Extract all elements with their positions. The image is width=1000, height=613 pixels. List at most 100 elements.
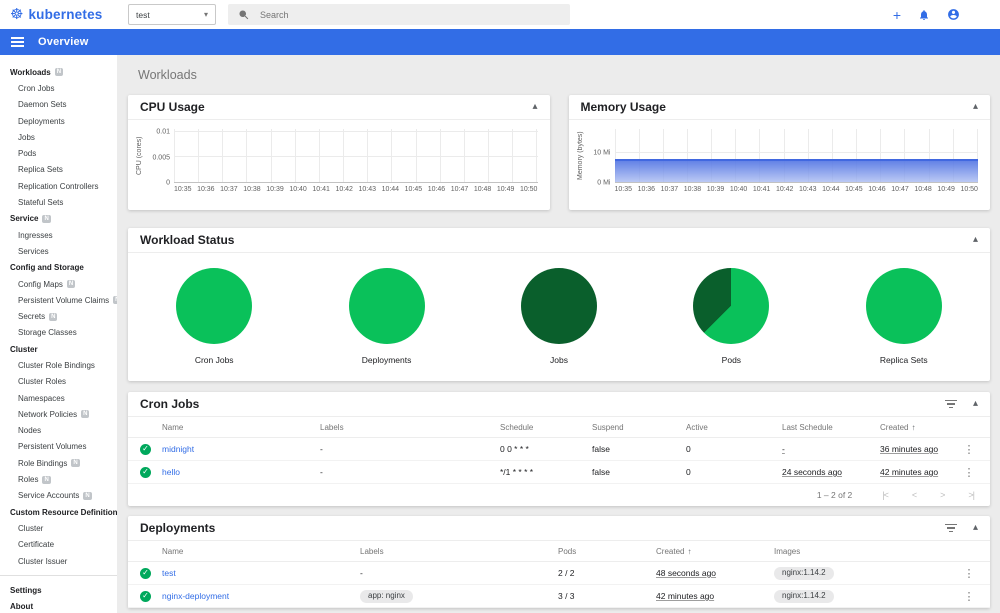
previous-page-button[interactable]: < [912, 490, 917, 500]
column-header-active[interactable]: Active [686, 423, 774, 432]
column-header-images[interactable]: Images [774, 547, 952, 556]
cpu-x-axis: 10:35 10:36 10:37 10:38 10:39 10:40 10:41 10:42… [174, 186, 538, 193]
search-input[interactable] [260, 9, 560, 20]
filter-icon[interactable] [944, 523, 957, 533]
sidebar-item-about[interactable]: About [0, 599, 117, 613]
cronjob-link[interactable]: midnight [162, 444, 312, 454]
last-page-button[interactable]: >| [968, 490, 975, 500]
blue-toolbar: Overview [0, 29, 1000, 55]
pagination-range: 1 – 2 of 2 [816, 490, 853, 500]
collapse-card-button[interactable]: ▴ [973, 235, 978, 245]
sidebar-divider [0, 575, 117, 577]
sidebar-item-cluster-roles[interactable]: Cluster Roles [0, 374, 117, 390]
sidebar-item-replication-controllers[interactable]: Replication Controllers [0, 178, 117, 194]
main-content: Workloads CPU Usage ▴ CPU (cores) 0.01 0… [117, 55, 1000, 613]
pie-block-replica-sets: Replica Sets [865, 268, 942, 365]
sidebar-section-config-and-storage[interactable]: Config and Storage [0, 260, 117, 276]
sidebar-item-cluster-issuer[interactable]: Cluster Issuer [0, 553, 117, 569]
sidebar-item-roles[interactable]: Roles N [0, 471, 117, 487]
sidebar-section-custom-resource-definitions[interactable]: Custom Resource Definitions [0, 504, 117, 520]
bell-icon [918, 9, 930, 21]
first-page-button[interactable]: |< [882, 490, 889, 500]
collapse-card-button[interactable]: ▴ [973, 523, 978, 533]
collapse-card-button[interactable]: ▴ [973, 102, 978, 112]
column-header-name[interactable]: Name [162, 547, 352, 556]
notifications-button[interactable] [918, 9, 930, 21]
user-menu-button[interactable] [947, 8, 960, 21]
cron-jobs-table-title: Cron Jobs [140, 397, 200, 411]
next-page-button[interactable]: > [940, 490, 945, 500]
memory-y-axis-label: Memory (bytes) [576, 131, 584, 181]
sidebar-item-replica-sets[interactable]: Replica Sets [0, 162, 117, 178]
sidebar-item-persistent-volume-claims[interactable]: Persistent Volume ClaimsN [0, 292, 117, 308]
sidebar-section-cluster[interactable]: Cluster [0, 341, 117, 357]
cell-pods: 3 / 3 [558, 591, 575, 601]
table-pagination: 1 – 2 of 2 |< < > >| [128, 484, 990, 506]
sidebar-item-stateful-sets[interactable]: Stateful Sets [0, 194, 117, 210]
column-header-schedule[interactable]: Schedule [500, 423, 584, 432]
row-actions-menu-icon[interactable]: ⋮ [960, 567, 978, 580]
sidebar-item-storage-classes[interactable]: Storage Classes [0, 325, 117, 341]
sidebar-item-certificate[interactable]: Certificate [0, 537, 117, 553]
deployment-link[interactable]: test [162, 568, 352, 578]
column-header-last-schedule[interactable]: Last Schedule [782, 423, 872, 432]
memory-usage-chart: Memory (bytes) 10 Mi 0 Mi [576, 129, 978, 187]
pie-block-cron-jobs: Cron Jobs [176, 268, 253, 365]
row-actions-menu-icon[interactable]: ⋮ [960, 466, 978, 479]
sidebar-item-nodes[interactable]: Nodes [0, 423, 117, 439]
cronjob-link[interactable]: hello [162, 467, 312, 477]
image-chip: nginx:1.14.2 [774, 566, 834, 580]
menu-button[interactable] [11, 36, 24, 48]
filter-icon[interactable] [944, 399, 957, 409]
sidebar-item-workloads[interactable]: Workloads N [0, 64, 117, 80]
sidebar-item-service[interactable]: Service N [0, 211, 117, 227]
row-actions-menu-icon[interactable]: ⋮ [960, 590, 978, 603]
cpu-plot-area [174, 129, 538, 183]
sidebar-item-config-maps[interactable]: Config Maps N [0, 276, 117, 292]
row-actions-menu-icon[interactable]: ⋮ [960, 443, 978, 456]
cell-labels: - [320, 467, 323, 477]
column-header-created[interactable]: Created ↑ [880, 423, 952, 432]
sidebar-item-services[interactable]: Services [0, 243, 117, 259]
sidebar-item-jobs[interactable]: Jobs [0, 129, 117, 145]
sidebar-item-role-bindings[interactable]: Role Bindings N [0, 455, 117, 471]
chevron-down-icon: ▾ [203, 10, 208, 19]
sidebar-item-namespaces[interactable]: Namespaces [0, 390, 117, 406]
sidebar-item-daemon-sets[interactable]: Daemon Sets [0, 97, 117, 113]
cell-suspend: false [592, 444, 610, 454]
deployments-card: Deployments ▴ Name Labels Pods Created ↑ … [128, 516, 990, 608]
cron-jobs-table-header: Name Labels Schedule Suspend Active Last… [128, 417, 990, 438]
kubernetes-logo[interactable]: ☸ kubernetes [10, 7, 122, 22]
table-row: ✓ hello - */1 * * * * false 0 24 seconds… [128, 461, 990, 484]
sidebar-item-crd-cluster[interactable]: Cluster [0, 520, 117, 536]
column-header-labels[interactable]: Labels [360, 547, 550, 556]
sidebar-item-ingresses[interactable]: Ingresses [0, 227, 117, 243]
sidebar-item-persistent-volumes[interactable]: Persistent Volumes [0, 439, 117, 455]
sidebar-item-settings[interactable]: Settings [0, 582, 117, 598]
cell-active: 0 [686, 467, 691, 477]
deployment-link[interactable]: nginx-deployment [162, 591, 352, 601]
sidebar-item-cron-jobs[interactable]: Cron Jobs [0, 80, 117, 96]
column-header-created[interactable]: Created ↑ [656, 547, 766, 556]
namespace-select[interactable]: test ▾ [128, 4, 216, 25]
sidebar-item-service-accounts[interactable]: Service Accounts N [0, 488, 117, 504]
column-header-labels[interactable]: Labels [320, 423, 492, 432]
pods-pie-chart [693, 268, 770, 344]
cell-labels: - [320, 444, 323, 454]
sidebar-item-deployments[interactable]: Deployments [0, 113, 117, 129]
deployments-pie-chart [348, 268, 425, 344]
column-header-suspend[interactable]: Suspend [592, 423, 678, 432]
collapse-card-button[interactable]: ▴ [532, 102, 537, 112]
collapse-card-button[interactable]: ▴ [973, 399, 978, 409]
column-header-pods[interactable]: Pods [558, 547, 648, 556]
cpu-usage-chart: CPU (cores) 0.01 0.005 0 [136, 129, 538, 187]
column-header-name[interactable]: Name [162, 423, 312, 432]
sidebar-item-secrets[interactable]: Secrets N [0, 308, 117, 324]
create-resource-button[interactable]: + [893, 8, 901, 22]
sidebar-item-pods[interactable]: Pods [0, 145, 117, 161]
cron-jobs-pie-chart [176, 268, 253, 344]
cron-jobs-card: Cron Jobs ▴ Name Labels Schedule Suspend… [128, 392, 990, 506]
sidebar-item-cluster-role-bindings[interactable]: Cluster Role Bindings [0, 357, 117, 373]
sidebar-item-network-policies[interactable]: Network Policies N [0, 406, 117, 422]
jobs-pie-chart [520, 268, 597, 344]
